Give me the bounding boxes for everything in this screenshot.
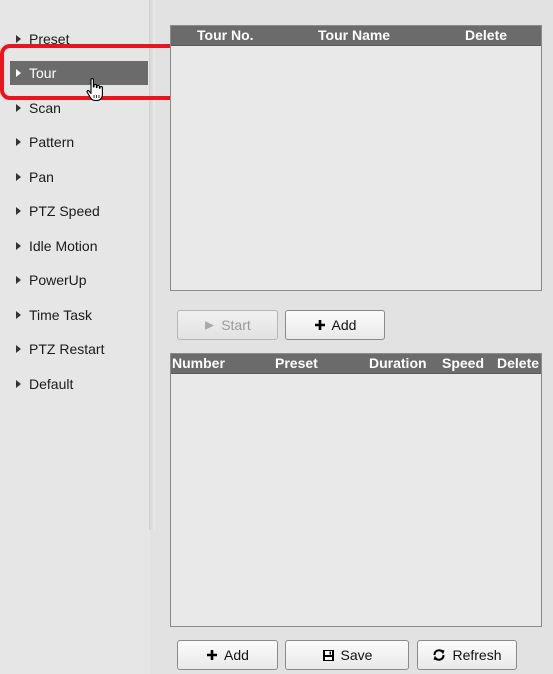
sidebar-item-label: PowerUp [29, 272, 87, 288]
caret-right-icon [16, 311, 21, 320]
play-icon [204, 320, 215, 331]
ptz-sidebar: Preset Tour Scan Pattern Pan PTZ Speed I… [0, 0, 150, 674]
sidebar-item-label: Pattern [29, 134, 75, 150]
caret-right-icon [16, 345, 21, 354]
caret-right-icon [16, 380, 21, 389]
sidebar-item-pan[interactable]: Pan [16, 165, 54, 189]
sidebar-item-label: Default [29, 376, 74, 392]
caret-right-icon [16, 173, 21, 182]
column-header-duration: Duration [369, 355, 427, 371]
start-button[interactable]: Start [177, 310, 278, 340]
sidebar-item-idle-motion[interactable]: Idle Motion [16, 234, 97, 258]
column-header-speed: Speed [442, 355, 485, 371]
caret-right-icon [16, 242, 21, 251]
hand-cursor-icon [86, 78, 103, 102]
save-button[interactable]: Save [285, 640, 409, 670]
column-header-tour-name: Tour Name [318, 27, 391, 43]
sidebar-item-powerup[interactable]: PowerUp [16, 268, 87, 292]
sidebar-item-time-task[interactable]: Time Task [16, 303, 92, 327]
plus-icon [206, 649, 218, 661]
sidebar-item-label: Time Task [29, 307, 93, 323]
tour-table: Tour No. Tour Name Delete [170, 25, 542, 291]
sidebar-item-label: PTZ Restart [29, 341, 105, 357]
sidebar-item-default[interactable]: Default [16, 372, 73, 396]
sidebar-item-label: Pan [29, 169, 54, 185]
caret-right-icon [16, 35, 21, 44]
column-header-delete: Delete [497, 355, 540, 371]
column-header-tour-no: Tour No. [197, 27, 254, 43]
add-tour-button[interactable]: Add [285, 310, 385, 340]
caret-right-icon [16, 104, 21, 113]
column-header-preset: Preset [275, 355, 318, 371]
caret-right-icon [16, 207, 21, 216]
sidebar-item-ptz-speed[interactable]: PTZ Speed [16, 199, 100, 223]
sidebar-item-ptz-restart[interactable]: PTZ Restart [16, 337, 104, 361]
sidebar-item-label: Idle Motion [29, 238, 98, 254]
sidebar-item-label: Scan [29, 100, 61, 116]
caret-right-icon [16, 276, 21, 285]
caret-right-icon [16, 138, 21, 147]
preset-table-header: Number Preset Duration Speed Delete [171, 354, 541, 374]
column-header-number: Number [172, 355, 225, 371]
column-header-delete: Delete [465, 27, 508, 43]
sidebar-item-pattern[interactable]: Pattern [16, 130, 74, 154]
refresh-icon [432, 648, 446, 662]
add-preset-button[interactable]: Add [177, 640, 278, 670]
sidebar-item-label: PTZ Speed [29, 203, 100, 219]
tour-table-header: Tour No. Tour Name Delete [171, 26, 541, 46]
refresh-button[interactable]: Refresh [417, 640, 517, 670]
plus-icon [314, 319, 326, 331]
save-icon [322, 649, 335, 662]
preset-table: Number Preset Duration Speed Delete [170, 353, 542, 627]
